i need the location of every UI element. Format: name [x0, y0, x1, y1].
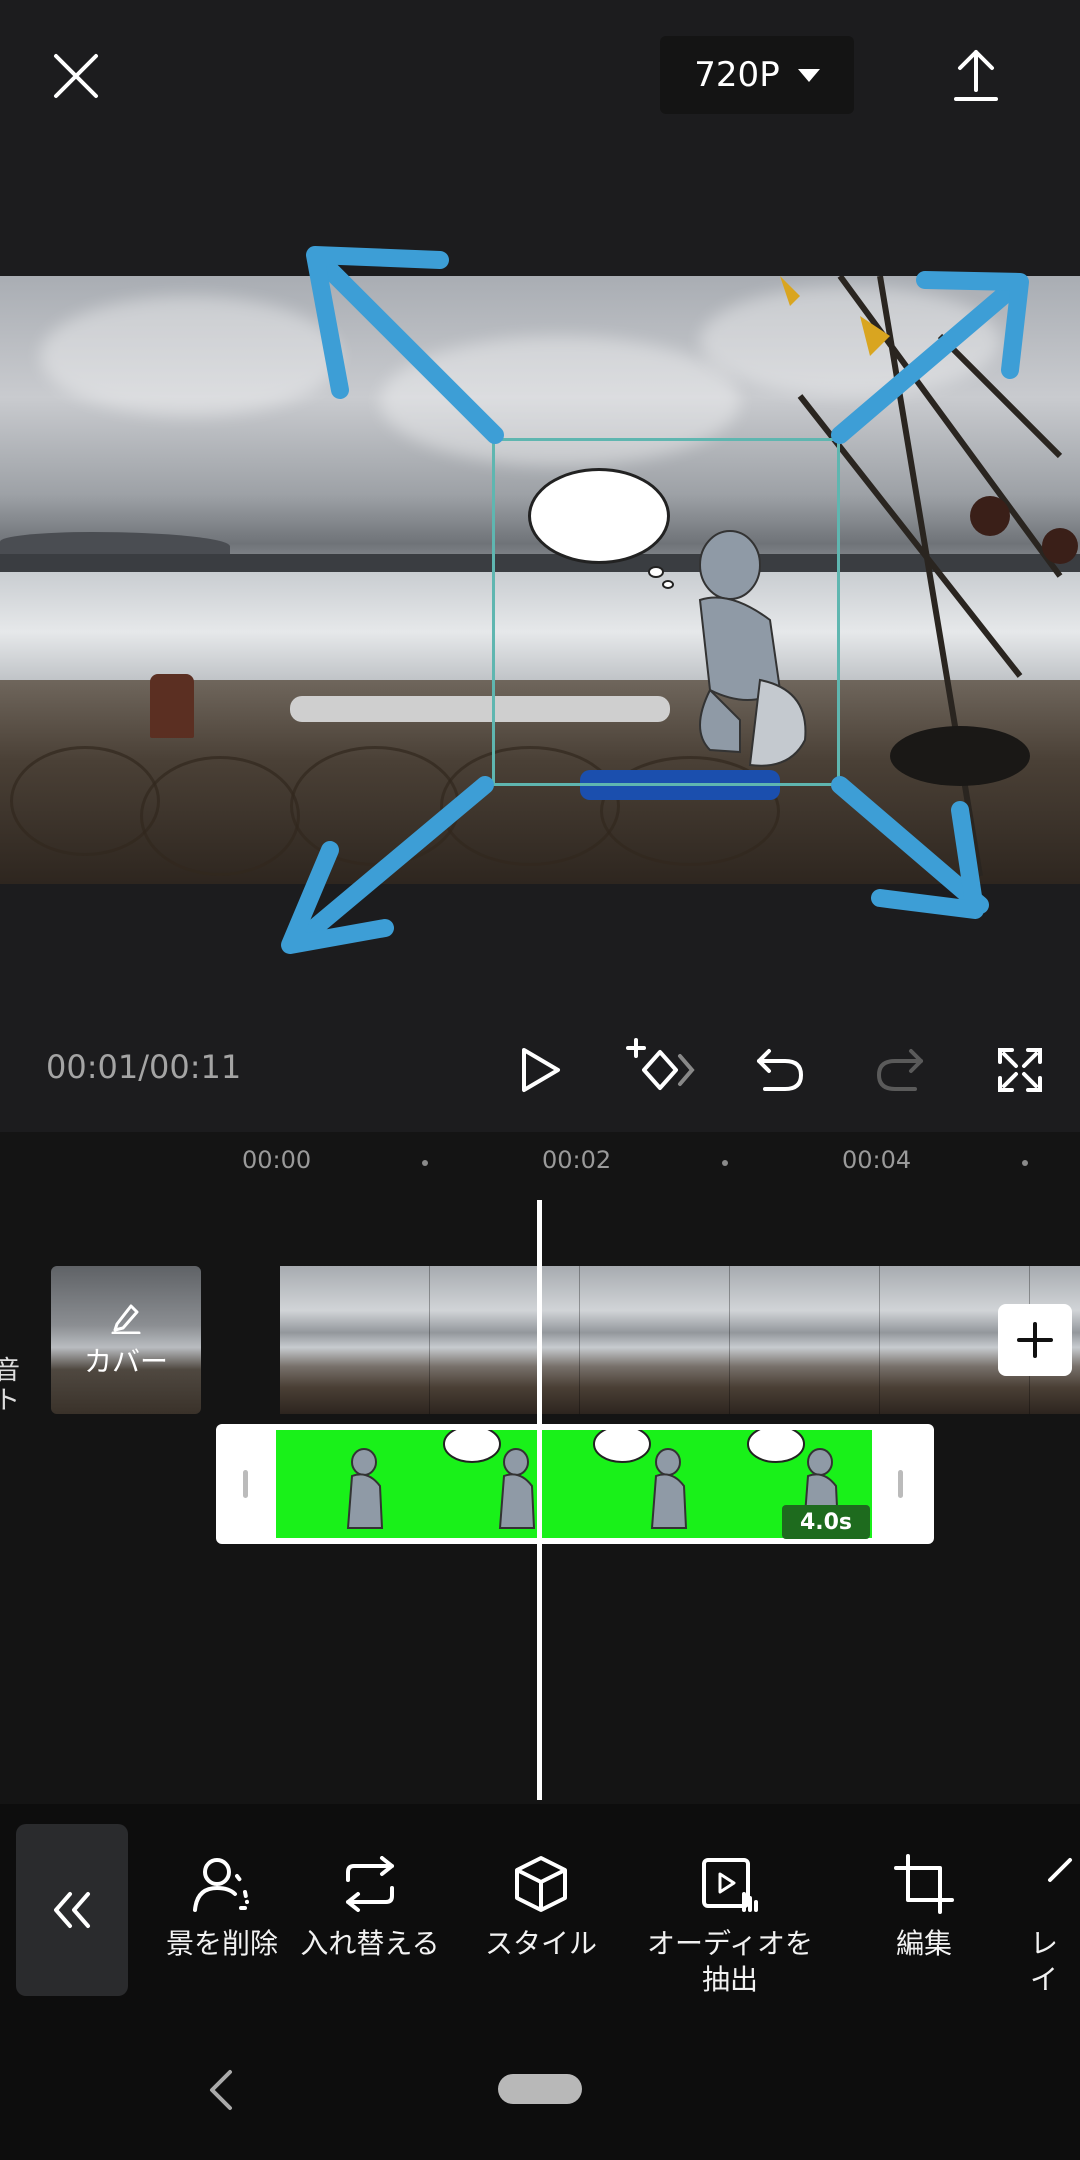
add-clip-button[interactable] — [998, 1304, 1072, 1376]
tool-label: スタイル — [484, 1927, 597, 1960]
tool-style[interactable]: スタイル — [466, 1850, 616, 1962]
video-frame — [730, 1266, 880, 1414]
time-tick: 00:02 — [542, 1146, 612, 1174]
video-frame — [580, 1266, 730, 1414]
playhead[interactable] — [537, 1200, 542, 1800]
tool-label: オーディオを 抽出 — [646, 1927, 814, 1996]
close-button[interactable] — [40, 40, 112, 112]
upload-icon — [954, 50, 998, 101]
export-button[interactable] — [940, 38, 1012, 110]
trim-handle-left[interactable] — [243, 1470, 248, 1498]
keyframe-icon — [626, 1038, 695, 1090]
pencil-icon — [111, 1304, 141, 1334]
play-button[interactable] — [504, 1034, 576, 1106]
close-icon — [54, 54, 98, 98]
undo-icon — [757, 1049, 804, 1091]
tool-edit[interactable]: 編集 — [850, 1850, 998, 1962]
tool-extract-audio[interactable]: オーディオを 抽出 — [630, 1850, 830, 1998]
tool-remove-background[interactable]: 景を削除 — [152, 1850, 292, 1962]
video-frame — [430, 1266, 580, 1414]
tick-dot — [422, 1160, 428, 1166]
double-chevron-left-icon — [54, 1892, 90, 1928]
time-tick: 00:00 — [242, 1146, 312, 1174]
tick-dot — [1022, 1160, 1028, 1166]
remove-background-icon — [193, 1858, 251, 1912]
resolution-dropdown[interactable]: 720P — [660, 36, 854, 114]
video-frame — [280, 1266, 430, 1414]
undo-button[interactable] — [744, 1034, 816, 1106]
tool-label: レイ — [1030, 1927, 1059, 1996]
redo-button[interactable] — [864, 1034, 936, 1106]
tool-label: 編集 — [895, 1927, 952, 1960]
tool-label: 景を削除 — [165, 1927, 278, 1960]
collapse-toolbar-button[interactable] — [16, 1824, 128, 1996]
layer-icon — [1048, 1858, 1072, 1882]
system-home-pill[interactable] — [498, 2074, 582, 2104]
resolution-label: 720P — [694, 55, 780, 95]
tool-layer[interactable]: レイ — [1030, 1850, 1080, 1998]
audio-track-label[interactable]: 音 ト — [0, 1356, 20, 1416]
back-chevron-icon — [210, 2070, 232, 2110]
time-tick: 00:04 — [842, 1146, 912, 1174]
cover-button[interactable]: カバー — [51, 1266, 201, 1414]
cube-icon — [515, 1856, 567, 1912]
main-video-track[interactable] — [280, 1266, 1080, 1414]
chevron-down-icon — [797, 68, 820, 82]
extract-audio-icon — [702, 1858, 758, 1912]
resize-arrows-annotation — [281, 246, 1029, 954]
plus-icon — [1017, 1322, 1053, 1358]
tool-replace[interactable]: 入れ替える — [292, 1850, 448, 1962]
redo-icon — [876, 1049, 923, 1091]
fullscreen-button[interactable] — [984, 1034, 1056, 1106]
clip-duration-badge: 4.0s — [782, 1505, 870, 1539]
swap-icon — [346, 1856, 394, 1912]
crop-icon — [894, 1854, 954, 1914]
fullscreen-icon — [998, 1048, 1042, 1092]
time-display: 00:01/00:11 — [46, 1048, 242, 1086]
play-icon — [522, 1048, 560, 1092]
trim-handle-right[interactable] — [898, 1470, 903, 1498]
keyframe-button[interactable] — [624, 1034, 696, 1106]
cover-label: カバー — [83, 1345, 168, 1378]
tick-dot — [722, 1160, 728, 1166]
tool-label: 入れ替える — [300, 1927, 440, 1960]
system-back-button[interactable] — [190, 2060, 250, 2120]
